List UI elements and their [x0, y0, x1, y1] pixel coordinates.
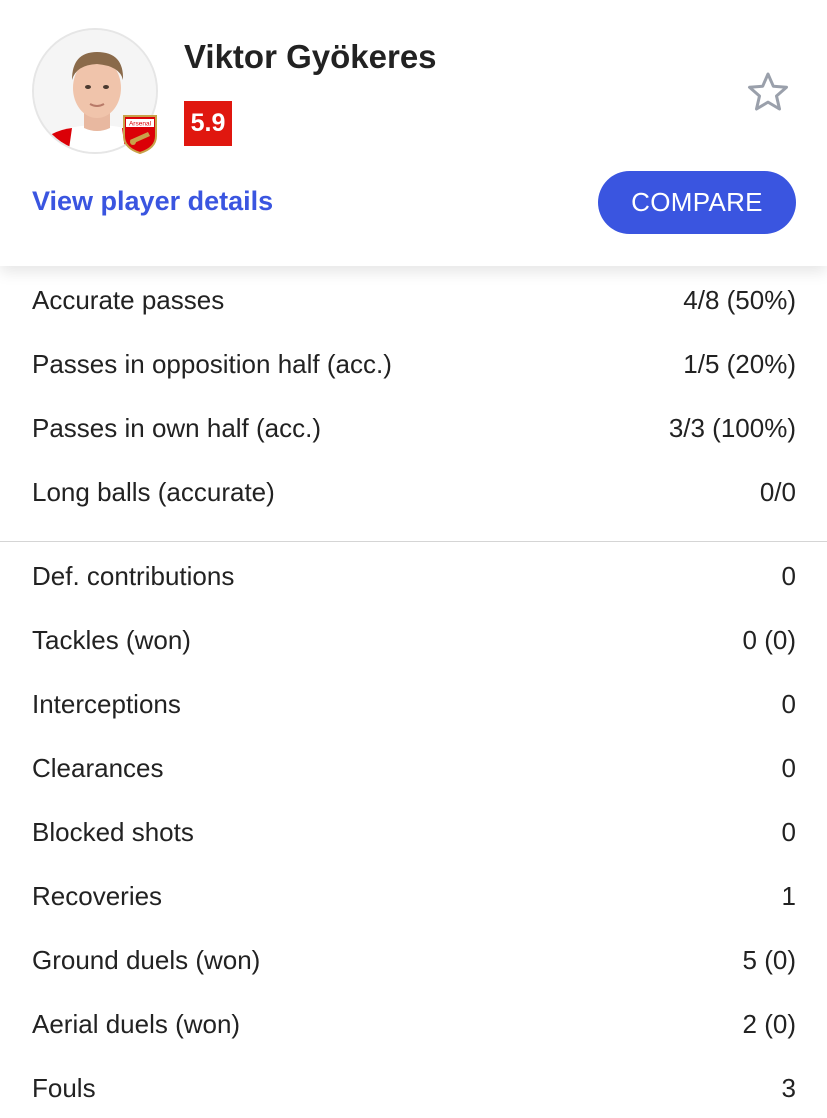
stats-list: Accurate passes 4/8 (50%) Passes in oppo…: [0, 266, 827, 1118]
stat-row: Long balls (accurate) 0/0: [0, 458, 827, 522]
stat-value: 0 (0): [742, 625, 796, 655]
stat-value: 5 (0): [742, 945, 796, 975]
stat-row: Interceptions 0: [0, 670, 827, 734]
stat-row: Def. contributions 0: [0, 542, 827, 606]
stat-value: 0: [781, 753, 796, 783]
stat-label: Blocked shots: [32, 817, 194, 847]
player-name: Viktor Gyökeres: [184, 38, 437, 75]
stat-label: Fouls: [32, 1073, 96, 1103]
stat-row: Passes in own half (acc.) 3/3 (100%): [0, 394, 827, 458]
stat-label: Passes in own half (acc.): [32, 413, 322, 443]
club-badge-text: Arsenal: [129, 121, 152, 128]
rating-badge: 5.9: [184, 101, 232, 146]
stat-label: Long balls (accurate): [32, 477, 275, 507]
stat-label: Interceptions: [32, 689, 181, 719]
stat-value: 0: [781, 561, 796, 591]
stat-row: Passes in opposition half (acc.) 1/5 (20…: [0, 330, 827, 394]
defensive-stats-section: Def. contributions 0 Tackles (won) 0 (0)…: [0, 542, 827, 1118]
stat-row: Blocked shots 0: [0, 798, 827, 862]
stat-label: Aerial duels (won): [32, 1009, 241, 1039]
stat-value: 0: [781, 689, 796, 719]
stat-row: Ground duels (won) 5 (0): [0, 926, 827, 990]
stat-label: Accurate passes: [32, 285, 225, 315]
stat-label: Def. contributions: [32, 561, 235, 591]
stat-value: 3/3 (100%): [668, 413, 796, 443]
stat-label: Ground duels (won): [32, 945, 261, 975]
stat-row: Aerial duels (won) 2 (0): [0, 990, 827, 1054]
compare-button[interactable]: COMPARE: [598, 171, 796, 234]
star-outline-icon[interactable]: [747, 71, 789, 113]
stat-row: Fouls 3: [0, 1054, 827, 1118]
stat-row: Tackles (won) 0 (0): [0, 606, 827, 670]
stat-row: Clearances 0: [0, 734, 827, 798]
stat-value: 1/5 (20%): [683, 349, 796, 379]
stat-value: 0/0: [759, 477, 796, 507]
stat-value: 3: [781, 1073, 796, 1103]
stat-value: 4/8 (50%): [683, 285, 796, 315]
stat-value: 0: [781, 817, 796, 847]
view-player-details-link[interactable]: View player details: [32, 186, 273, 217]
stat-value: 2 (0): [742, 1009, 796, 1039]
player-header-card: Arsenal Viktor Gyökeres 5.9 View player …: [0, 0, 827, 266]
stat-row: Accurate passes 4/8 (50%): [0, 266, 827, 330]
stat-value: 1: [781, 881, 796, 911]
arsenal-crest-icon: Arsenal: [122, 114, 158, 155]
stat-label: Tackles (won): [32, 625, 191, 655]
passing-stats-section: Accurate passes 4/8 (50%) Passes in oppo…: [0, 266, 827, 522]
stat-label: Passes in opposition half (acc.): [32, 349, 392, 379]
stat-row: Recoveries 1: [0, 862, 827, 926]
stat-label: Clearances: [32, 753, 164, 783]
stat-label: Recoveries: [32, 881, 163, 911]
